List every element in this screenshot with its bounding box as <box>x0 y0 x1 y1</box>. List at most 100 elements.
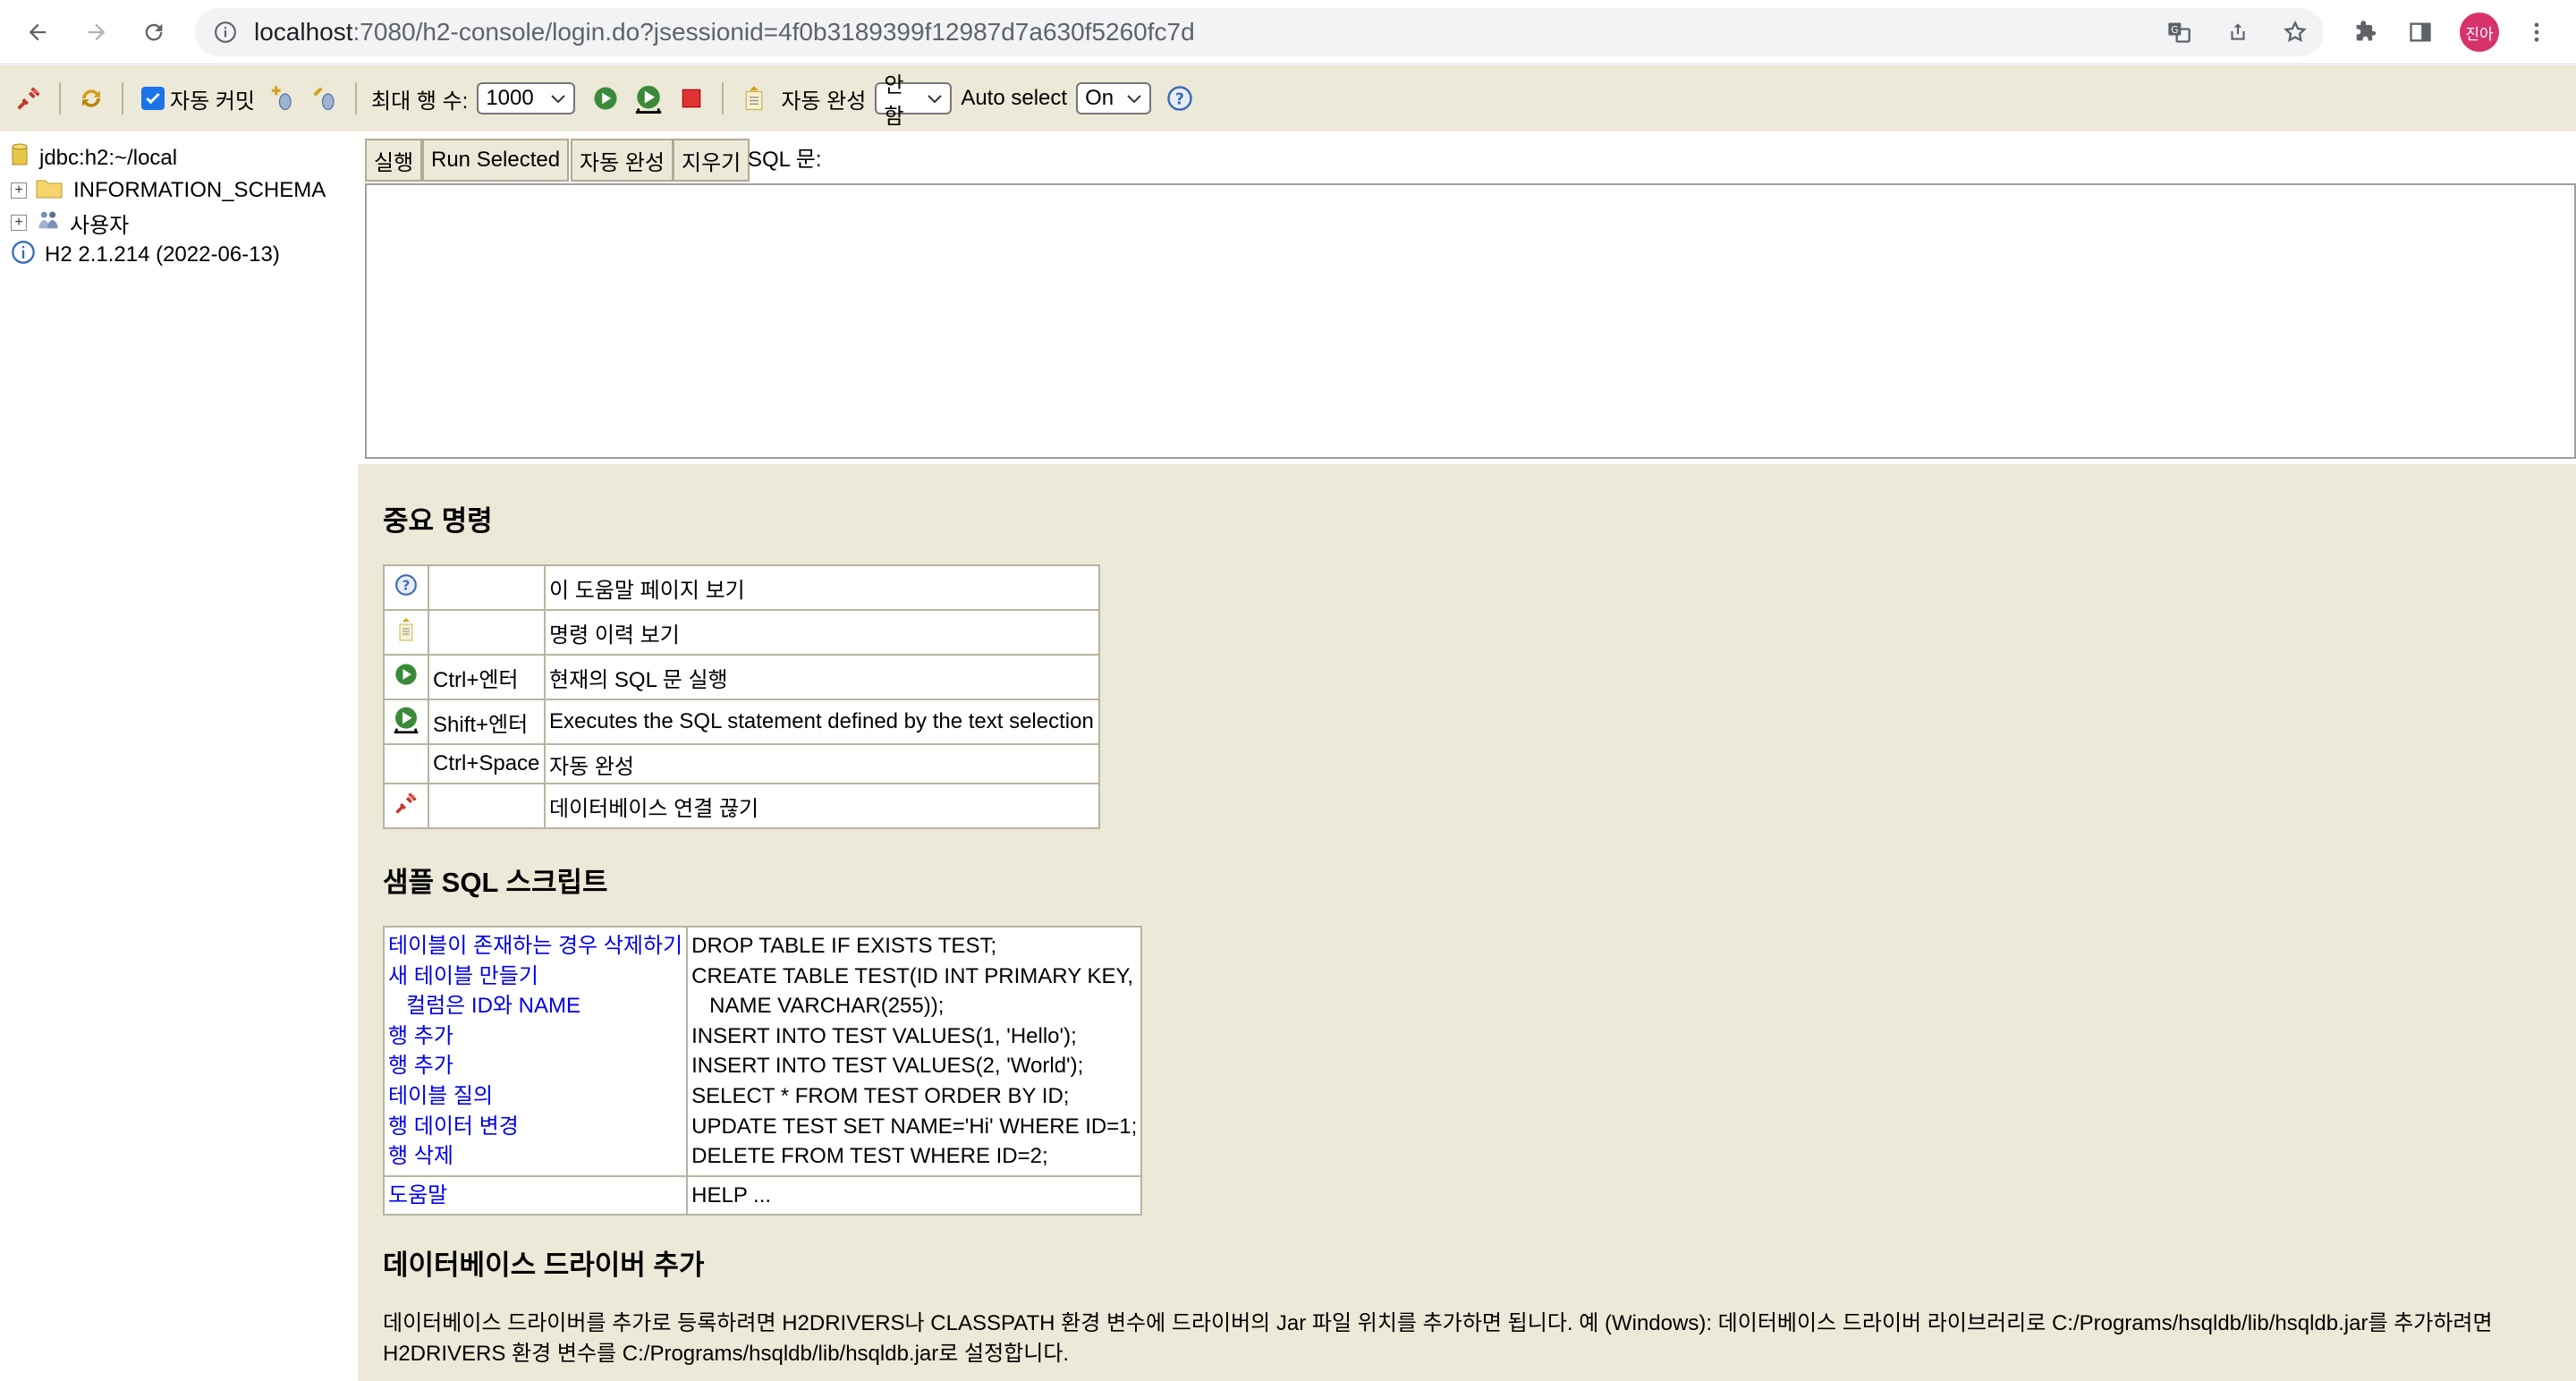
command-desc: 데이터베이스 연결 끊기 <box>544 783 1100 829</box>
important-commands-title: 중요 명령 <box>383 505 493 537</box>
sample-sql-line: UPDATE TEST SET NAME='Hi' WHERE ID=1; <box>691 1114 1138 1139</box>
sample-sql-line: HELP ... <box>691 1182 772 1207</box>
tree-item-users[interactable]: + 사용자 <box>11 207 129 239</box>
autocomplete-select[interactable]: 안함 <box>875 73 953 129</box>
info-icon[interactable] <box>208 14 243 50</box>
folder-icon <box>36 177 63 205</box>
kebab-menu-icon[interactable] <box>2517 13 2556 52</box>
h2-toolbar: 자동 커밋 최대 행 수: 1000 자동 완성 안함 Auto select … <box>0 65 2576 131</box>
commit-icon[interactable] <box>266 82 298 114</box>
command-key <box>428 609 546 656</box>
translate-icon[interactable]: G <box>2161 14 2197 50</box>
chevron-down-icon <box>927 86 943 111</box>
toolbar-separator <box>722 82 724 114</box>
sql-editor[interactable] <box>365 183 2576 459</box>
sample-sql-line: INSERT INTO TEST VALUES(2, 'World'); <box>691 1054 1084 1079</box>
sample-sql-line: DROP TABLE IF EXISTS TEST; <box>691 934 997 958</box>
sample-sql-line: SELECT * FROM TEST ORDER BY ID; <box>691 1083 1070 1108</box>
svg-text:?: ? <box>1175 90 1184 108</box>
autocomplete-label: 자동 완성 <box>781 89 867 114</box>
table-row: 데이터베이스 연결 끊기 <box>383 783 1100 829</box>
sample-sql-line: NAME VARCHAR(255)); <box>709 994 945 1019</box>
tree-item-information-schema[interactable]: + INFORMATION_SCHEMA <box>11 174 326 207</box>
history-icon[interactable] <box>738 82 770 114</box>
table-row: Ctrl+Space 자동 완성 <box>383 743 1100 784</box>
back-arrow-icon[interactable] <box>18 13 57 52</box>
toolbar-separator <box>122 82 123 114</box>
autocommit-label: 자동 커밋 <box>170 89 255 114</box>
share-icon[interactable] <box>2220 14 2256 50</box>
autocommit-checkbox[interactable] <box>141 87 165 110</box>
command-key: Ctrl+Space <box>428 743 546 784</box>
help-icon[interactable]: ? <box>383 564 429 611</box>
sample-link-delete[interactable]: 행 삭제 <box>388 1141 682 1172</box>
object-tree: jdbc:h2:~/local + INFORMATION_SCHEMA + 사… <box>0 131 358 1381</box>
sql-label: SQL 문: <box>748 148 822 172</box>
autocomplete-button[interactable]: 자동 완성 <box>571 139 674 182</box>
sample-link-create[interactable]: 새 테이블 만들기 <box>388 962 682 992</box>
stop-icon[interactable] <box>675 82 708 114</box>
driver-title: 데이터베이스 드라이버 추가 <box>383 1250 705 1281</box>
command-key <box>428 564 546 611</box>
tree-item-connection[interactable]: jdbc:h2:~/local <box>11 142 177 174</box>
expand-icon[interactable]: + <box>11 215 27 231</box>
samples-table: 테이블이 존재하는 경우 삭제하기 새 테이블 만들기 컬럼은 ID와 NAME… <box>382 926 1143 1216</box>
reload-icon[interactable] <box>134 13 174 52</box>
run-selected-icon[interactable] <box>383 699 429 745</box>
refresh-icon[interactable] <box>75 82 107 114</box>
run-icon[interactable] <box>589 82 622 114</box>
sample-link-help[interactable]: 도움말 <box>388 1181 682 1211</box>
expand-icon[interactable]: + <box>11 182 27 199</box>
url-text[interactable]: localhost:7080/h2-console/login.do?jsess… <box>254 8 1195 56</box>
star-icon[interactable] <box>2277 14 2313 50</box>
table-row: 명령 이력 보기 <box>383 609 1100 656</box>
sample-link-columns[interactable]: 컬럼은 ID와 NAME <box>388 991 682 1021</box>
sample-labels: 테이블이 존재하는 경우 삭제하기 새 테이블 만들기 컬럼은 ID와 NAME… <box>382 926 689 1177</box>
command-key <box>428 783 546 829</box>
clear-button[interactable]: 지우기 <box>673 139 750 182</box>
svg-text:G: G <box>2171 25 2178 36</box>
run-button[interactable]: 실행 <box>365 139 423 182</box>
browser-toolbar: localhost:7080/h2-console/login.do?jsess… <box>0 0 2576 64</box>
disconnect-icon[interactable] <box>383 783 429 829</box>
run-selected-button[interactable]: Run Selected <box>422 139 570 182</box>
address-bar[interactable]: localhost:7080/h2-console/login.do?jsess… <box>195 8 2324 56</box>
run-icon[interactable] <box>383 654 429 700</box>
tree-item-label: jdbc:h2:~/local <box>39 146 178 170</box>
query-bar: 실행 Run Selected 자동 완성 지우기 SQL 문: <box>358 131 2576 185</box>
main-panel: 실행 Run Selected 자동 완성 지우기 SQL 문: 중요 명령 ?… <box>358 131 2576 1381</box>
users-icon <box>36 208 61 239</box>
chevron-down-icon <box>1126 86 1142 111</box>
run-selected-icon[interactable] <box>632 82 665 114</box>
help-icon[interactable]: ? <box>1164 82 1196 114</box>
table-row: ? 이 도움말 페이지 보기 <box>383 564 1100 611</box>
sample-sql-line: INSERT INTO TEST VALUES(1, 'Hello'); <box>691 1023 1077 1048</box>
chevron-down-icon <box>550 86 566 111</box>
avatar[interactable]: 진아 <box>2460 13 2499 52</box>
side-panel-icon[interactable] <box>2401 13 2440 52</box>
table-row: 도움말 HELP ... <box>382 1174 1143 1216</box>
command-key: Ctrl+엔터 <box>428 654 546 700</box>
autoselect-select[interactable]: On <box>1076 82 1152 114</box>
table-row: Shift+엔터 Executes the SQL statement defi… <box>383 699 1100 745</box>
forward-arrow-icon[interactable] <box>77 13 116 52</box>
driver-paragraph: 데이터베이스 드라이버를 추가로 등록하려면 H2DRIVERS나 CLASSP… <box>383 1311 2493 1366</box>
rollback-icon[interactable] <box>309 82 341 114</box>
disconnect-icon[interactable] <box>13 82 45 114</box>
help-link-cell: 도움말 <box>382 1174 689 1216</box>
url-host: localhost <box>254 18 353 46</box>
sample-link-select[interactable]: 테이블 질의 <box>388 1081 682 1112</box>
autocomplete-value: 안함 <box>884 73 904 129</box>
command-desc: Executes the SQL statement defined by th… <box>544 699 1100 745</box>
history-icon[interactable] <box>383 609 429 656</box>
max-rows-select[interactable]: 1000 <box>477 82 576 114</box>
extensions-icon[interactable] <box>2345 13 2385 52</box>
sample-link-update[interactable]: 행 데이터 변경 <box>388 1112 682 1142</box>
sample-sql-title: 샘플 SQL 스크립트 <box>383 867 608 898</box>
autoselect-label: Auto select <box>961 86 1068 110</box>
command-desc: 명령 이력 보기 <box>544 609 1100 656</box>
autoselect-value: On <box>1085 86 1114 110</box>
sample-link-insert-2[interactable]: 행 추가 <box>388 1051 682 1081</box>
sample-link-insert-1[interactable]: 행 추가 <box>388 1021 682 1052</box>
sample-link-drop[interactable]: 테이블이 존재하는 경우 삭제하기 <box>388 931 682 962</box>
